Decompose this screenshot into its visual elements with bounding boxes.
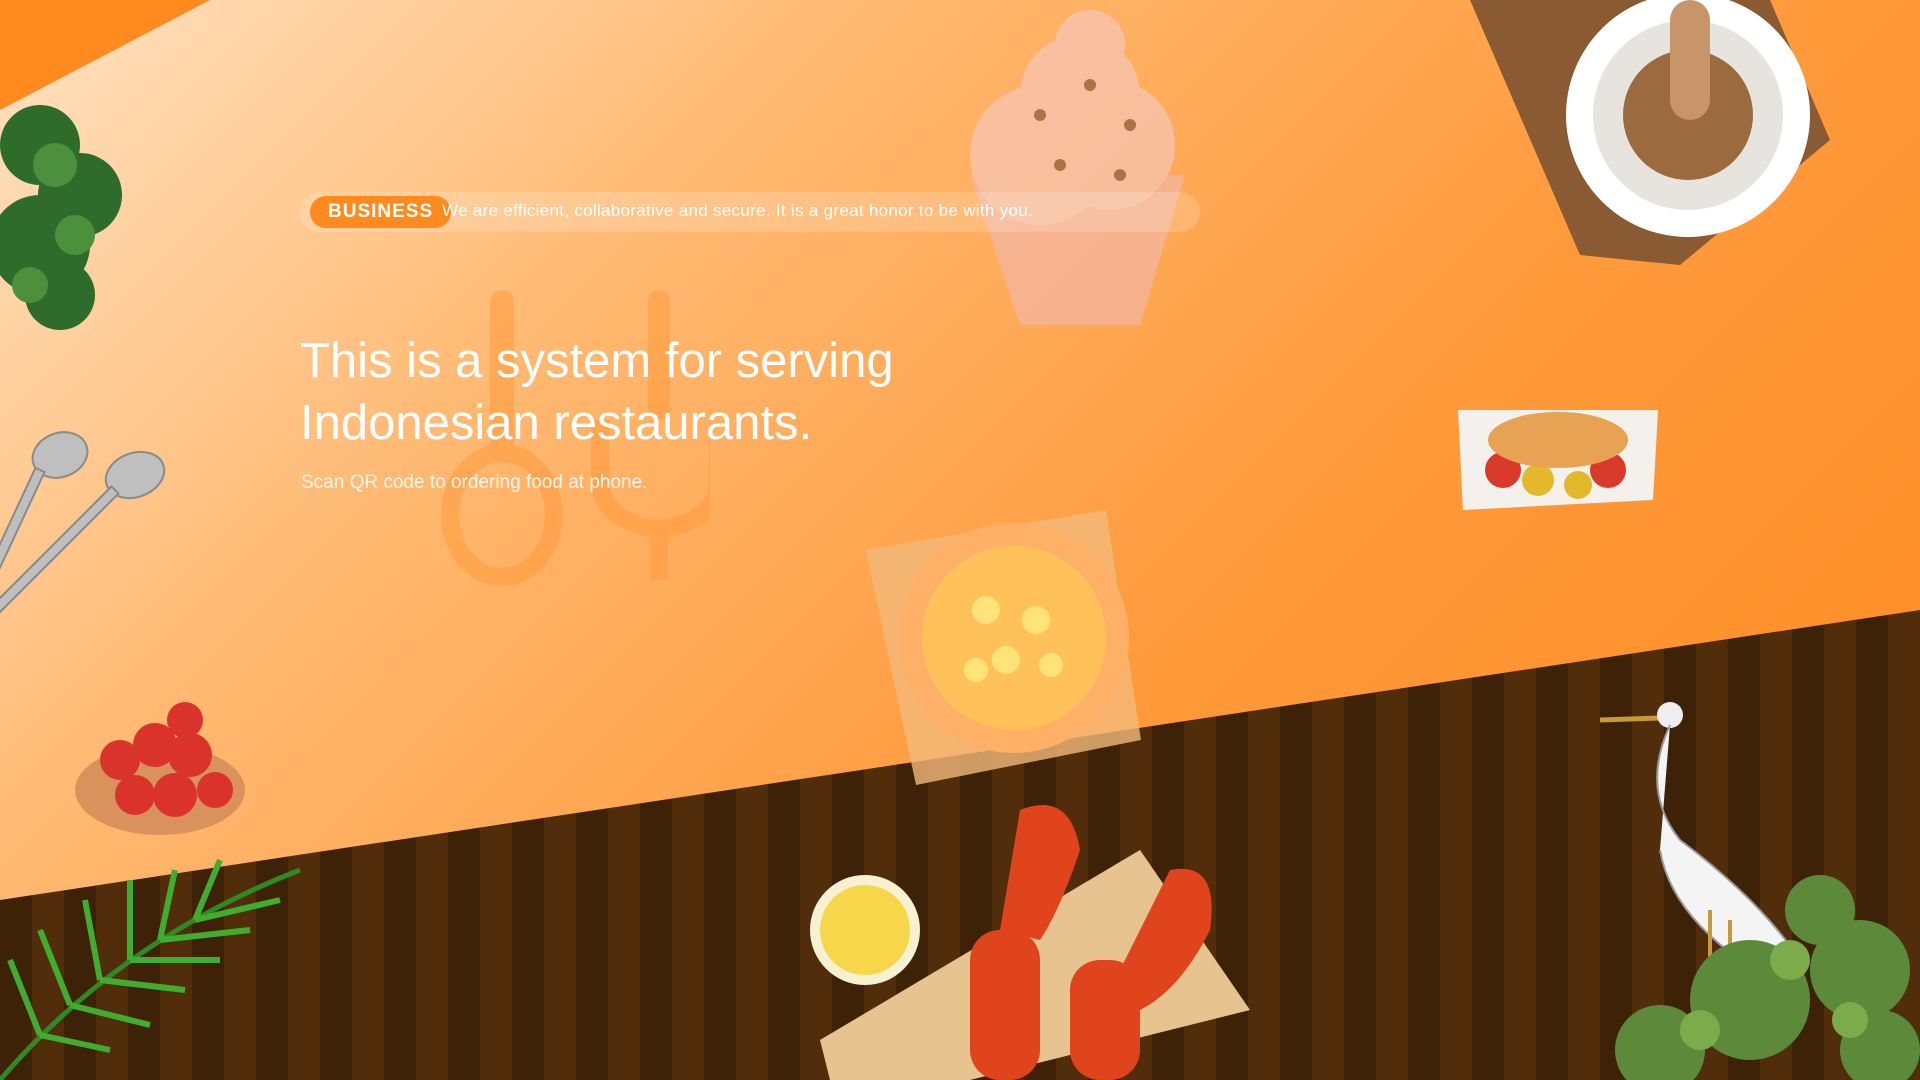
business-badge: BUSINESS [310,196,452,228]
palm-leaf-icon [0,858,301,1080]
hero-title: This is a system for serving Indonesian … [300,330,1060,454]
spoons-icon [0,431,166,646]
landing-slide: BUSINESS We are efficient, collaborative… [0,0,1920,1080]
hero-title-line-1: This is a system for serving [300,334,894,388]
shrub-icon [1615,875,1920,1080]
hero-title-line-2: Indonesian restaurants. [300,396,813,450]
strawberry-bowl-icon [75,702,245,835]
badge-tagline: We are efficient, collaborative and secu… [442,201,1033,220]
pasta-plate-icon [866,510,1141,785]
lobster-board-icon [810,805,1250,1080]
hero-subtitle: Scan QR code to ordering food at phone. [301,472,648,493]
cupcake-icon [970,10,1185,325]
green-bush-icon [0,105,122,330]
mortar-and-pestle-icon [1470,0,1830,265]
grilled-fish-plate-icon [1458,410,1658,510]
